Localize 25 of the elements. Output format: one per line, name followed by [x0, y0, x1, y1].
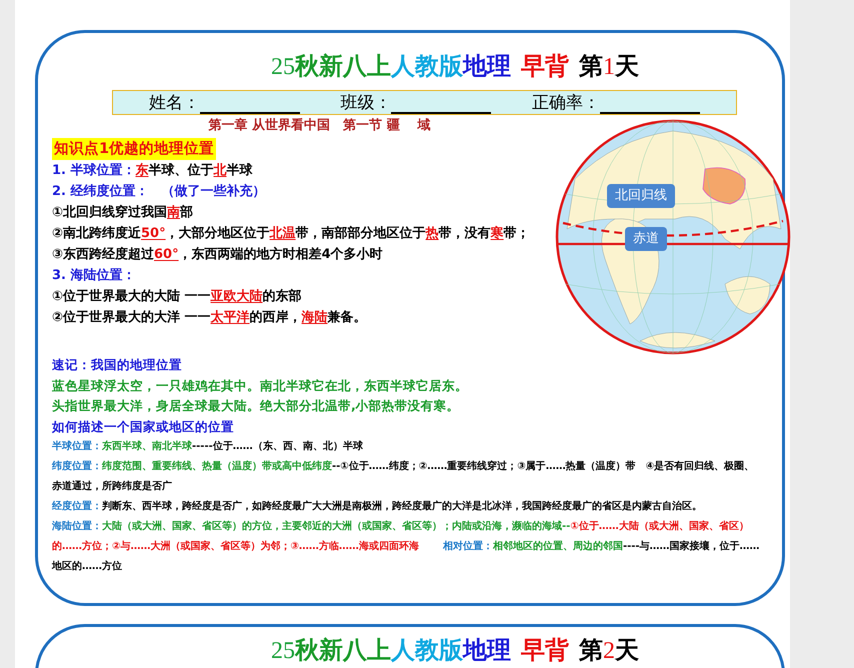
field-label: 班级：: [340, 92, 392, 114]
worksheet-line: 纬度位置：纬度范围、重要纬线、热量（温度）带或高中低纬度--①位于……纬度；②……重要纬线穿过；③属于……热量（温度）带 ④是否有回归线、极圈、赤道通过，所跨纬度是否广: [52, 459, 756, 494]
worksheet-line: 3. 海陆位置：: [52, 267, 137, 285]
worksheet-line: 海陆位置：大陆（或大洲、国家、省区等）的方位，主要邻近的大洲（或国家、省区等）；内陆或沿海，濒临的海域--①位于……大陆（或大洲、国家、省区）的……方位；②与……大洲（或国家、省区等）为邻；③……方临……海或四面环海 相对位置：相邻地区的位置、周边的邻国----与……国家接壤，位于……地区的……方位: [52, 519, 761, 574]
worksheet-line: ②南北跨纬度近50°，大部分地区位于北温带，南部部分地区位于热带，没有寒带；: [52, 224, 531, 243]
worksheet-line: 2. 经纬度位置： （做了一些补充）: [52, 182, 267, 201]
worksheet-title: 25秋新八上人教版地理 早背 第2天: [270, 635, 640, 666]
worksheet-line: ①北回归线穿过我国南部: [52, 204, 194, 222]
worksheet-line: 经度位置：判断东、西半球，跨经度是否广，如跨经度最广大大洲是南极洲，跨经度最广的大洋是北冰洋，我国跨经度最广的省区是内蒙古自治区。: [52, 499, 703, 514]
map-callout: 北回归线: [607, 184, 675, 208]
worksheet-line: 1. 半球位置：东半球、位于北半球: [52, 162, 254, 180]
section-heading: 知识点1优越的地理位置: [52, 138, 216, 160]
worksheet-line: 如何描述一个国家或地区的位置: [52, 418, 235, 436]
worksheet-line: ③东西跨经度超过60°，东西两端的地方时相差4个多小时: [52, 246, 384, 264]
worksheet-line: 头指世界最大洋，身居全球最大陆。绝大部分北温带,小部热带没有寒。: [52, 397, 461, 415]
worksheet-line: ②位于世界最大的大洋 一一太平洋的西岸，海陆兼备。: [52, 309, 368, 327]
field-label: 正确率：: [532, 92, 600, 114]
worksheet-line: 半球位置：东西半球、南北半球-----位于……（东、西、南、北）半球: [52, 439, 364, 454]
worksheet-line: 速记：我国的地理位置: [52, 356, 183, 374]
worksheet-line: ①位于世界最大的大陆 一一亚欧大陆的东部: [52, 288, 303, 306]
map-callout: 赤道: [625, 227, 667, 250]
field-label: 姓名：: [149, 92, 200, 114]
chapter-heading: 第一章 从世界看中国 第一节 疆 域: [208, 116, 432, 135]
worksheet-title: 25秋新八上人教版地理 早背 第1天: [270, 51, 640, 82]
worksheet-line: 蓝色星球浮太空，一只雄鸡在其中。南北半球它在北，东西半球它居东。: [52, 376, 469, 394]
